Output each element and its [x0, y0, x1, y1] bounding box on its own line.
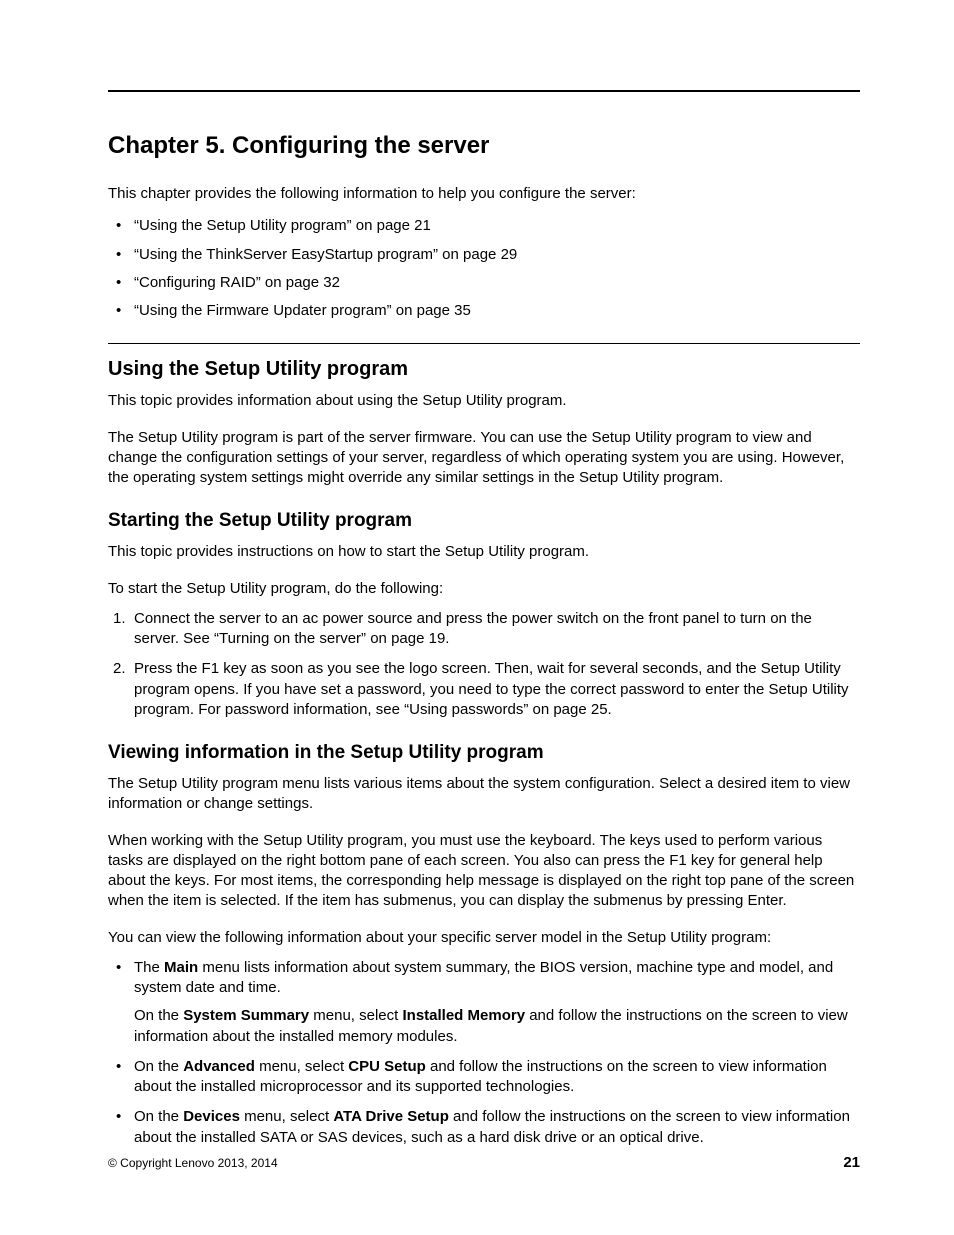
- top-rule: [108, 90, 860, 92]
- toc-list: “Using the Setup Utility program” on pag…: [108, 216, 860, 321]
- bold-text: ATA Drive Setup: [333, 1108, 449, 1125]
- bold-text: Devices: [183, 1108, 240, 1125]
- section-rule: [108, 343, 860, 344]
- list-item: Connect the server to an ac power source…: [108, 609, 860, 650]
- text-fragment: menu, select: [255, 1058, 348, 1075]
- text-fragment: menu lists information about system summ…: [134, 959, 833, 996]
- bold-text: Main: [164, 959, 198, 976]
- bold-text: CPU Setup: [348, 1058, 426, 1075]
- toc-item: “Using the Setup Utility program” on pag…: [108, 216, 860, 236]
- subsection-heading-starting: Starting the Setup Utility program: [108, 510, 860, 532]
- info-list: The Main menu lists information about sy…: [108, 958, 860, 1148]
- text-fragment: On the: [134, 1007, 183, 1024]
- intro-paragraph: This chapter provides the following info…: [108, 184, 860, 204]
- bold-text: Installed Memory: [403, 1007, 526, 1024]
- bold-text: Advanced: [183, 1058, 255, 1075]
- body-text: To start the Setup Utility program, do t…: [108, 579, 860, 599]
- list-item: Press the F1 key as soon as you see the …: [108, 659, 860, 720]
- toc-item: “Configuring RAID” on page 32: [108, 273, 860, 293]
- text-fragment: The: [134, 959, 164, 976]
- copyright-text: © Copyright Lenovo 2013, 2014: [108, 1156, 278, 1170]
- body-text: When working with the Setup Utility prog…: [108, 831, 860, 912]
- text-fragment: menu, select: [240, 1108, 333, 1125]
- sub-note: On the System Summary menu, select Insta…: [134, 1006, 860, 1047]
- bold-text: System Summary: [183, 1007, 309, 1024]
- subsection-heading-viewing: Viewing information in the Setup Utility…: [108, 742, 860, 764]
- body-text: The Setup Utility program is part of the…: [108, 428, 860, 489]
- chapter-title: Chapter 5. Configuring the server: [108, 132, 860, 160]
- text-fragment: On the: [134, 1108, 183, 1125]
- body-text: This topic provides information about us…: [108, 391, 860, 411]
- list-item: The Main menu lists information about sy…: [108, 958, 860, 1047]
- body-text: This topic provides instructions on how …: [108, 542, 860, 562]
- toc-item: “Using the Firmware Updater program” on …: [108, 301, 860, 321]
- list-item: On the Advanced menu, select CPU Setup a…: [108, 1057, 860, 1098]
- body-text: You can view the following information a…: [108, 928, 860, 948]
- text-fragment: menu, select: [309, 1007, 402, 1024]
- toc-item: “Using the ThinkServer EasyStartup progr…: [108, 245, 860, 265]
- page-footer: © Copyright Lenovo 2013, 2014 21: [108, 1154, 860, 1171]
- text-fragment: On the: [134, 1058, 183, 1075]
- body-text: The Setup Utility program menu lists var…: [108, 774, 860, 815]
- section-heading-using-setup: Using the Setup Utility program: [108, 358, 860, 381]
- page-number: 21: [843, 1154, 860, 1171]
- numbered-list: Connect the server to an ac power source…: [108, 609, 860, 720]
- list-item: On the Devices menu, select ATA Drive Se…: [108, 1107, 860, 1148]
